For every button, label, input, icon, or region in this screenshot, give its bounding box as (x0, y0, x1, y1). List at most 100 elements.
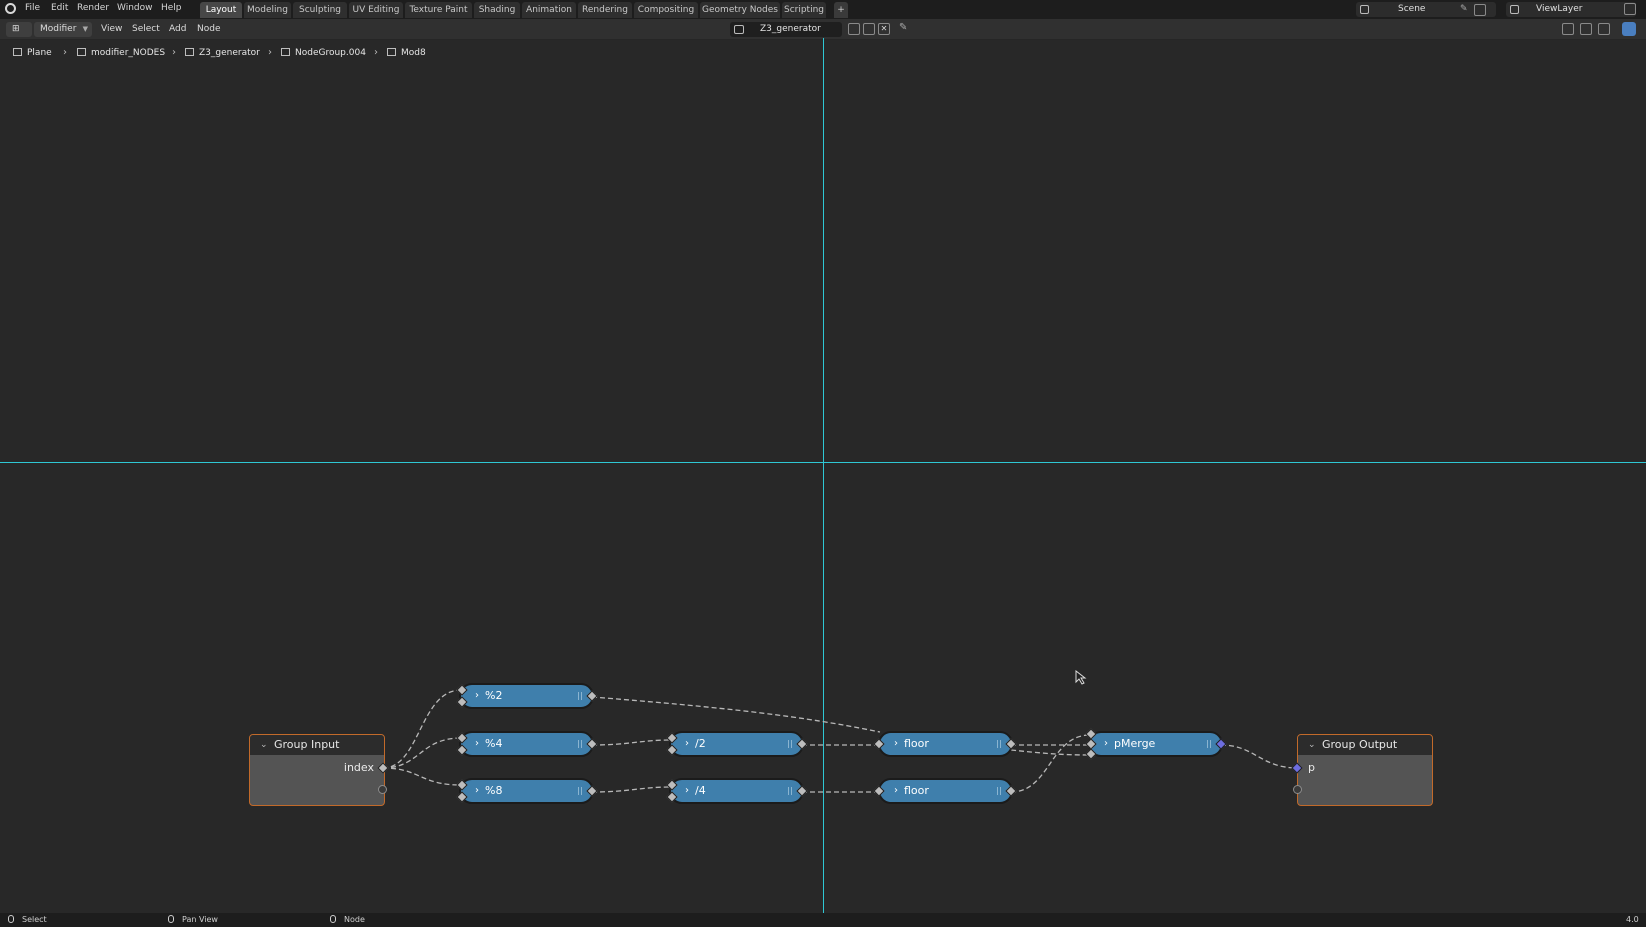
node-editor-icon: ⊞ (12, 24, 20, 34)
breadcrumb-item: Mod8 (387, 48, 426, 58)
duplicate-icon[interactable] (863, 23, 875, 35)
view-layer-name[interactable]: ViewLayer (1536, 2, 1582, 17)
link-floor-pmerge-b (1010, 749, 1091, 756)
expand-chevron-icon[interactable]: › (475, 685, 479, 707)
tab-texture-paint[interactable]: Texture Paint (405, 2, 472, 18)
overlays-toggle-icon[interactable] (1622, 22, 1636, 36)
breadcrumb-item: NodeGroup.004 (281, 48, 366, 58)
close-icon[interactable]: ✕ (878, 23, 890, 35)
grip-icon (788, 787, 792, 795)
version-label: 4.0 (1626, 915, 1639, 924)
node-title: Group Output (1322, 738, 1398, 751)
menu-window[interactable]: Window (117, 3, 153, 13)
menu-add[interactable]: Add (169, 22, 186, 37)
menu-view[interactable]: View (101, 22, 122, 37)
tab-shading[interactable]: Shading (474, 2, 520, 18)
status-select: Select (8, 915, 47, 924)
node-floor-a[interactable]: › floor (878, 731, 1013, 757)
menu-help[interactable]: Help (161, 3, 182, 13)
node-mod2[interactable]: › %2 (459, 683, 594, 709)
scene-name[interactable]: Scene (1398, 2, 1425, 17)
add-workspace-button[interactable]: + (834, 2, 848, 18)
collapse-chevron-icon[interactable]: ⌄ (260, 735, 268, 755)
expand-chevron-icon[interactable]: › (894, 780, 898, 802)
node-label: %2 (485, 689, 503, 702)
object-icon (13, 48, 22, 56)
scene-selector[interactable]: Scene ✎ (1356, 2, 1496, 17)
editor-mode-dropdown[interactable]: Modifier ▼ (34, 22, 92, 37)
expand-chevron-icon[interactable]: › (685, 780, 689, 802)
tab-geometry-nodes[interactable]: Geometry Nodes (700, 2, 780, 18)
grip-icon (578, 787, 582, 795)
tab-layout[interactable]: Layout (200, 2, 242, 18)
link-index-mod2 (382, 689, 462, 769)
tab-modeling[interactable]: Modeling (244, 2, 291, 18)
status-pan-view: Pan View (168, 915, 218, 924)
tab-animation[interactable]: Animation (522, 2, 576, 18)
group-output-node[interactable]: ⌄ Group Output p (1297, 734, 1433, 806)
breadcrumb-separator-icon: › (172, 47, 176, 58)
status-bar: Select Pan View Node 4.0 (0, 913, 1646, 927)
expand-chevron-icon[interactable]: › (1104, 733, 1108, 755)
tab-scripting[interactable]: Scripting (782, 2, 826, 18)
tab-uv-editing[interactable]: UV Editing (349, 2, 403, 18)
grip-icon (578, 692, 582, 700)
view-layer-icon (1510, 5, 1519, 14)
snap-icon[interactable] (1580, 23, 1592, 35)
mouse-cursor-icon (1075, 670, 1087, 685)
new-scene-icon[interactable] (1474, 4, 1486, 16)
grip-icon (1207, 740, 1211, 748)
link-mod4-div2 (591, 739, 672, 746)
fake-user-icon[interactable] (848, 23, 860, 35)
vertical-guide-line (823, 38, 824, 927)
editor-type-button[interactable]: ⊞ (6, 22, 32, 37)
overlay-icon[interactable] (1598, 23, 1610, 35)
expand-chevron-icon[interactable]: › (475, 733, 479, 755)
node-floor-b[interactable]: › floor (878, 778, 1013, 804)
tab-compositing[interactable]: Compositing (634, 2, 698, 18)
menu-render[interactable]: Render (77, 3, 109, 13)
blender-logo-icon[interactable] (5, 3, 16, 14)
pin-icon[interactable]: ✎ (1460, 2, 1468, 17)
grip-icon (788, 740, 792, 748)
parent-node-tree-icon[interactable] (1562, 23, 1574, 35)
node-label: floor (904, 737, 929, 750)
expand-chevron-icon[interactable]: › (685, 733, 689, 755)
empty-output-socket[interactable] (378, 785, 387, 794)
node-div2[interactable]: › /2 (669, 731, 804, 757)
view-layer-selector[interactable]: ViewLayer (1506, 2, 1636, 17)
node-tree-icon (734, 25, 744, 34)
node-editor-header: ⊞ Modifier ▼ View Select Add Node Z3_gen… (0, 19, 1646, 40)
node-pmerge[interactable]: › pMerge (1088, 731, 1223, 757)
pin-icon[interactable]: ✎ (899, 22, 907, 33)
node-header[interactable]: ⌄ Group Input (250, 735, 384, 755)
empty-input-socket[interactable] (1293, 785, 1302, 794)
modifier-icon (77, 48, 86, 56)
tab-sculpting[interactable]: Sculpting (293, 2, 347, 18)
link-floor2-pmerge (1010, 734, 1091, 793)
node-mod4[interactable]: › %4 (459, 731, 594, 757)
tab-rendering[interactable]: Rendering (578, 2, 632, 18)
breadcrumb-item: Z3_generator (185, 48, 260, 58)
collapse-chevron-icon[interactable]: ⌄ (1308, 735, 1316, 755)
new-view-layer-icon[interactable] (1624, 3, 1636, 15)
breadcrumb-separator-icon: › (374, 47, 378, 58)
node-div4[interactable]: › /4 (669, 778, 804, 804)
mouse-middle-icon (168, 915, 174, 923)
grip-icon (997, 787, 1001, 795)
node-group-name[interactable]: Z3_generator (760, 22, 821, 37)
menu-file[interactable]: File (25, 3, 40, 13)
node-header[interactable]: ⌄ Group Output (1298, 735, 1432, 755)
group-input-node[interactable]: ⌄ Group Input index (249, 734, 385, 806)
node-group-selector[interactable]: Z3_generator (730, 22, 842, 37)
node-tree-icon (185, 48, 194, 56)
menu-node[interactable]: Node (197, 22, 221, 37)
menu-edit[interactable]: Edit (51, 3, 68, 13)
expand-chevron-icon[interactable]: › (475, 780, 479, 802)
expand-chevron-icon[interactable]: › (894, 733, 898, 755)
breadcrumb-item: Plane (13, 48, 52, 58)
horizontal-guide-line (0, 462, 1646, 463)
node-label: /4 (695, 784, 706, 797)
menu-select[interactable]: Select (132, 22, 160, 37)
node-mod8[interactable]: › %8 (459, 778, 594, 804)
